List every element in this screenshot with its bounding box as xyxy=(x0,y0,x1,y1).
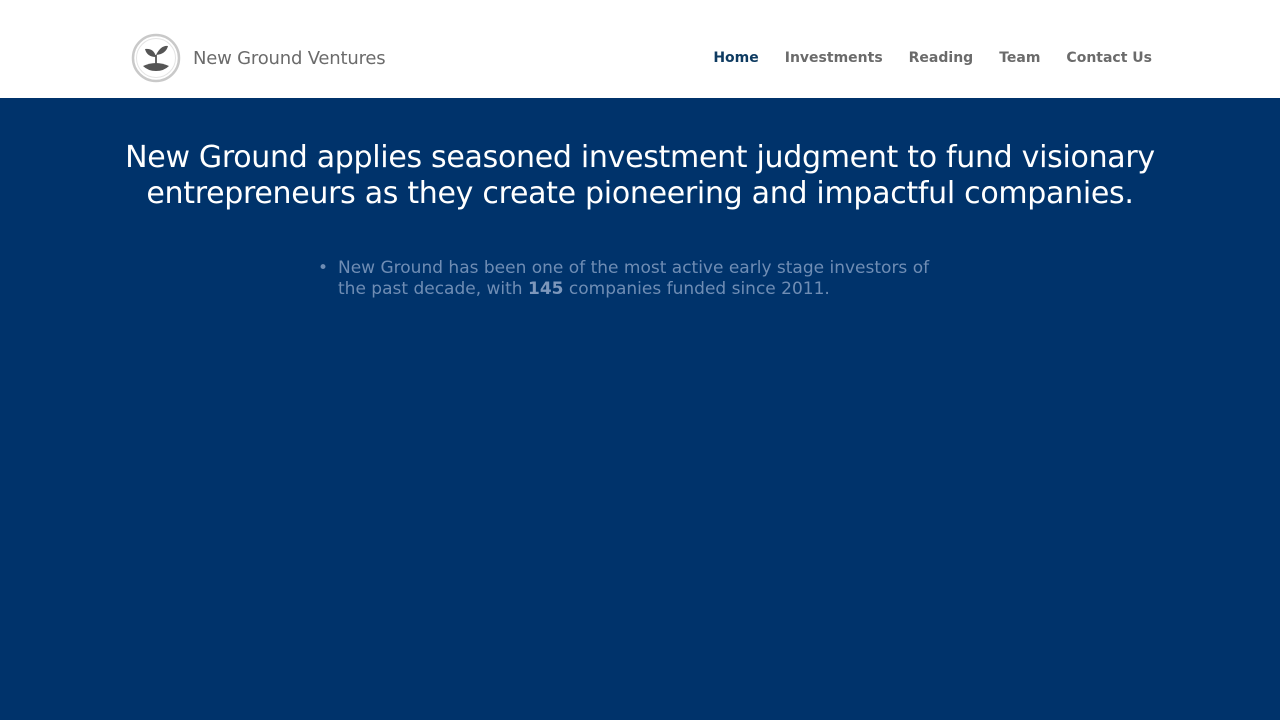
list-item: • New Ground has been one of the most ac… xyxy=(316,258,946,300)
hero-section: New Ground applies seasoned investment j… xyxy=(0,98,1280,720)
brand-name: New Ground Ventures xyxy=(193,47,386,69)
site-header: New Ground Ventures Home Investments Rea… xyxy=(0,0,1280,98)
facts-list: • New Ground has been one of the most ac… xyxy=(316,258,946,300)
nav-team[interactable]: Team xyxy=(999,48,1040,68)
sprout-icon xyxy=(131,33,181,83)
hero-headline: New Ground applies seasoned investment j… xyxy=(125,140,1155,211)
bullet-icon: • xyxy=(318,258,329,278)
main-nav: Home Investments Reading Team Contact Us xyxy=(687,48,1152,68)
nav-contact-us[interactable]: Contact Us xyxy=(1066,48,1152,68)
brand-logo[interactable]: New Ground Ventures xyxy=(131,33,386,83)
fact-text-after: companies funded since 2011. xyxy=(563,279,830,299)
fact-highlight: 145 xyxy=(527,279,564,299)
nav-reading[interactable]: Reading xyxy=(909,48,974,68)
nav-investments[interactable]: Investments xyxy=(785,48,883,68)
nav-home[interactable]: Home xyxy=(713,48,758,68)
